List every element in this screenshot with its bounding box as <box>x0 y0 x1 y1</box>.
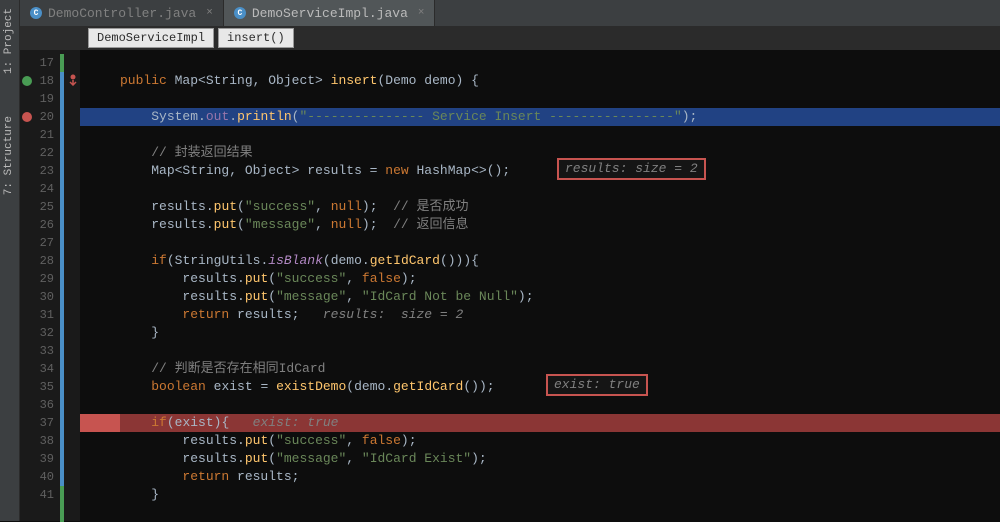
java-class-icon: C <box>30 7 42 19</box>
line-number: 33 <box>20 342 60 360</box>
tab-label: DemoServiceImpl.java <box>252 6 408 21</box>
line-number: 35 <box>20 378 60 396</box>
line-number: 31 <box>20 306 60 324</box>
editor-area: 17 18 19 20 21 22 23 24 25 26 27 28 29 3… <box>20 50 1000 521</box>
line-number: 26 <box>20 216 60 234</box>
breadcrumb-class[interactable]: DemoServiceImpl <box>88 28 214 48</box>
line-number: 30 <box>20 288 60 306</box>
line-number: 29 <box>20 270 60 288</box>
breadcrumb-method[interactable]: insert() <box>218 28 294 48</box>
line-number: 18 <box>20 72 60 90</box>
line-number: 24 <box>20 180 60 198</box>
line-number: 40 <box>20 468 60 486</box>
line-number-gutter[interactable]: 17 18 19 20 21 22 23 24 25 26 27 28 29 3… <box>20 50 60 521</box>
tool-sidebar: 1: Project 7: Structure <box>0 0 20 521</box>
line-number: 19 <box>20 90 60 108</box>
sidebar-tab-project[interactable]: 1: Project <box>0 2 18 80</box>
line-number: 22 <box>20 144 60 162</box>
debug-value-annotation: results: size = 2 <box>557 158 706 180</box>
tab-label: DemoController.java <box>48 6 196 21</box>
breakpoint-icon[interactable] <box>22 76 32 86</box>
line-number: 28 <box>20 252 60 270</box>
code-text-area[interactable]: public Map<String, Object> insert(Demo d… <box>80 50 1000 521</box>
line-number: 37 <box>20 414 60 432</box>
fold-gutter <box>64 50 80 521</box>
line-number: 36 <box>20 396 60 414</box>
debug-value-annotation: exist: true <box>546 374 648 396</box>
override-icon[interactable] <box>68 74 78 90</box>
editor-tab-active[interactable]: C DemoServiceImpl.java × <box>224 0 436 26</box>
breadcrumb-bar: DemoServiceImpl insert() <box>20 26 1000 50</box>
line-number: 20 <box>20 108 60 126</box>
line-number: 21 <box>20 126 60 144</box>
line-number: 41 <box>20 486 60 504</box>
inline-debug-hint: exist: true <box>253 415 339 430</box>
execution-point-icon[interactable] <box>22 112 32 122</box>
line-number: 17 <box>20 54 60 72</box>
line-number: 27 <box>20 234 60 252</box>
line-number: 32 <box>20 324 60 342</box>
close-icon[interactable]: × <box>206 7 213 19</box>
close-icon[interactable]: × <box>418 7 425 19</box>
inline-debug-hint: results: size = 2 <box>323 307 463 322</box>
line-number: 23 <box>20 162 60 180</box>
editor-tabs-bar: C DemoController.java × C DemoServiceImp… <box>20 0 1000 26</box>
line-number: 34 <box>20 360 60 378</box>
java-class-icon: C <box>234 7 246 19</box>
line-number: 25 <box>20 198 60 216</box>
sidebar-tab-structure[interactable]: 7: Structure <box>0 110 18 201</box>
line-number: 39 <box>20 450 60 468</box>
editor-tab[interactable]: C DemoController.java × <box>20 0 224 26</box>
line-number: 38 <box>20 432 60 450</box>
